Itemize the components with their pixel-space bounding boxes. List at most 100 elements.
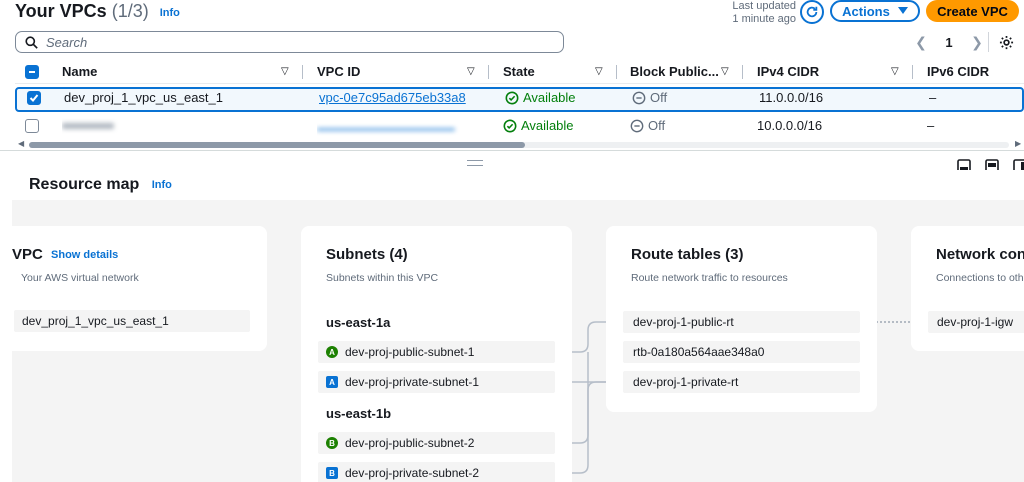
info-link[interactable]: Info — [152, 179, 172, 191]
subnet-chip[interactable]: B dev-proj-public-subnet-2 — [318, 432, 555, 454]
sort-icon[interactable]: ▽ — [281, 60, 289, 83]
search-icon — [25, 35, 38, 49]
vpc-state: Available — [503, 113, 613, 138]
subnet-chip[interactable]: A dev-proj-public-subnet-1 — [318, 341, 555, 363]
info-link[interactable]: Info — [160, 7, 180, 19]
select-all-cell — [25, 60, 45, 83]
subnet-chip[interactable]: A dev-proj-private-subnet-1 — [318, 371, 555, 393]
status-text: Available — [521, 118, 574, 133]
check-icon — [29, 93, 39, 102]
vpc-name: dev_proj_1_vpc_us_east_1 — [64, 90, 224, 105]
private-subnet-badge-icon: B — [326, 467, 338, 479]
refresh-icon — [806, 6, 818, 18]
actions-button[interactable]: Actions — [830, 0, 920, 22]
public-subnet-badge-icon: A — [326, 346, 338, 358]
block-public-text: Off — [648, 118, 666, 133]
az-label: us-east-1b — [326, 406, 392, 421]
vpc-card-title-text: VPC — [12, 246, 43, 263]
route-table-chip[interactable]: dev-proj-1-public-rt — [623, 311, 860, 333]
vpc-name-redacted — [62, 113, 282, 138]
vpc-id-link-redacted[interactable] — [317, 113, 487, 138]
show-details-link[interactable]: Show details — [51, 249, 118, 261]
subnets-card-subtitle: Subnets within this VPC — [326, 272, 439, 284]
public-subnet-badge-icon: B — [326, 437, 338, 449]
off-circle-icon — [632, 91, 646, 104]
igw-chip[interactable]: dev-proj-1-igw — [928, 311, 1024, 333]
network-connections-title: Network connections — [936, 246, 1024, 263]
chevron-left-icon[interactable]: ❮ — [914, 34, 928, 51]
status-off: Off — [632, 90, 667, 105]
redacted-link — [317, 128, 455, 131]
subnet-chip[interactable]: B dev-proj-private-subnet-2 — [318, 462, 555, 482]
subnet-name: dev-proj-private-subnet-2 — [345, 466, 480, 480]
subnets-card-title: Subnets (4) — [326, 246, 408, 263]
scrollbar-thumb[interactable] — [29, 142, 525, 148]
sort-icon[interactable]: ▽ — [595, 60, 603, 83]
page-title-text: Your VPCs — [15, 1, 107, 21]
row-checkbox[interactable] — [25, 118, 39, 133]
last-updated-time: 1 minute ago — [732, 13, 796, 25]
pagination: ❮ 1 ❯ — [914, 31, 984, 53]
ipv4-cidr: 10.0.0.0/16 — [757, 118, 823, 133]
resource-map-title-text: Resource map — [29, 176, 140, 193]
vpc-card-title: VPC Show details — [12, 246, 118, 263]
search-input[interactable] — [46, 34, 526, 50]
table-header-row: Name ▽ VPC ID ▽ State ▽ Block Public... … — [15, 60, 1024, 84]
check-circle-icon — [503, 119, 517, 132]
network-connections-subtitle: Connections to other networks — [936, 272, 1024, 284]
minus-icon — [29, 70, 35, 73]
page-number[interactable]: 1 — [945, 35, 952, 50]
column-divider[interactable] — [742, 65, 743, 79]
column-divider[interactable] — [302, 65, 303, 79]
off-circle-icon — [630, 119, 644, 132]
status-off: Off — [630, 118, 665, 133]
column-divider[interactable] — [912, 65, 913, 79]
resize-handle-icon[interactable] — [467, 160, 483, 166]
check-circle-icon — [505, 91, 519, 104]
horizontal-scrollbar[interactable]: ◀ ▶ — [15, 139, 1024, 149]
table-row[interactable]: dev_proj_1_vpc_us_east_1 vpc-0e7c95ad675… — [15, 87, 1024, 112]
last-updated-label: Last updated — [732, 0, 796, 12]
refresh-button[interactable] — [800, 0, 824, 24]
selection-count: (1/3) — [111, 1, 149, 21]
vpc-chip[interactable]: dev_proj_1_vpc_us_east_1 — [14, 310, 250, 332]
column-header-ipv4[interactable]: IPv4 CIDR — [757, 60, 907, 83]
route-table-chip[interactable]: rtb-0a180a564aae348a0 — [623, 341, 860, 363]
block-public-value: Off — [632, 87, 742, 108]
select-all-checkbox[interactable] — [25, 64, 39, 79]
status-available: Available — [503, 118, 574, 133]
sort-icon[interactable]: ▽ — [721, 60, 729, 83]
block-public-text: Off — [650, 90, 668, 105]
block-public-value: Off — [630, 113, 740, 138]
status-text: Available — [523, 90, 576, 105]
status-available: Available — [505, 90, 576, 105]
row-checkbox[interactable] — [27, 90, 41, 105]
actions-label: Actions — [842, 3, 890, 19]
column-divider[interactable] — [488, 65, 489, 79]
resource-map-title: Resource map Info — [29, 176, 172, 194]
subnet-name: dev-proj-public-subnet-1 — [345, 345, 475, 359]
column-header-vpc-id[interactable]: VPC ID — [317, 60, 487, 83]
vpc-id-link[interactable]: vpc-0e7c95ad675eb33a8 — [319, 87, 489, 108]
last-updated: Last updated 1 minute ago — [724, 0, 796, 26]
table-row[interactable]: Available Off 10.0.0.0/16 – — [15, 113, 1024, 138]
private-subnet-badge-icon: A — [326, 376, 338, 388]
search-field[interactable] — [15, 31, 564, 53]
sort-icon[interactable]: ▽ — [891, 60, 899, 83]
scroll-right-icon[interactable]: ▶ — [1015, 139, 1021, 148]
create-vpc-button[interactable]: Create VPC — [926, 0, 1019, 22]
page-title: Your VPCs (1/3) Info — [15, 1, 180, 22]
column-header-name[interactable]: Name — [62, 60, 282, 83]
column-divider[interactable] — [616, 65, 617, 79]
preferences-button[interactable] — [996, 32, 1016, 52]
vpc-card — [0, 226, 267, 351]
sort-icon[interactable]: ▽ — [467, 60, 475, 83]
chevron-right-icon[interactable]: ❯ — [970, 34, 984, 51]
route-tables-card-subtitle: Route network traffic to resources — [631, 272, 788, 284]
subnet-name: dev-proj-private-subnet-1 — [345, 375, 480, 389]
vpc-list-header: Your VPCs (1/3) Info Last updated 1 minu… — [0, 0, 1024, 30]
column-header-ipv6[interactable]: IPv6 CIDR — [927, 60, 1007, 83]
scroll-left-icon[interactable]: ◀ — [18, 139, 24, 148]
ipv6-cidr: – — [927, 118, 935, 133]
route-table-chip[interactable]: dev-proj-1-private-rt — [623, 371, 860, 393]
